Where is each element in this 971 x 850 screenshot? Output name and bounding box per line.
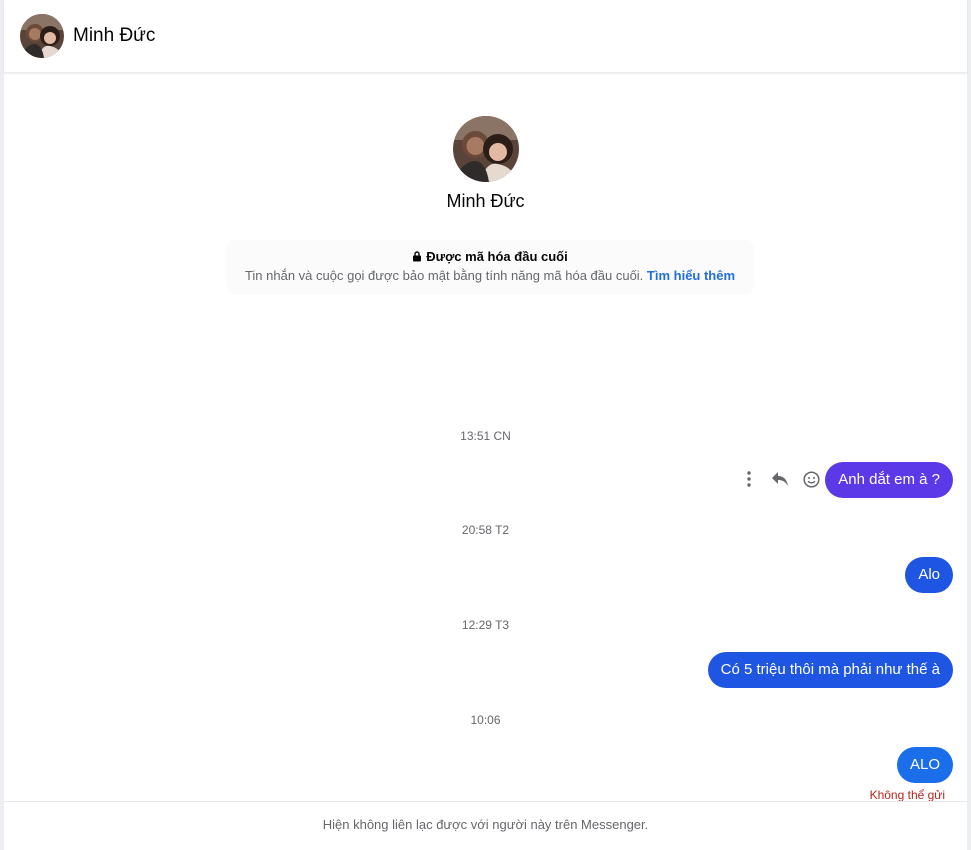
learn-more-link[interactable]: Tìm hiểu thêm [647,268,735,283]
message-timestamp: 13:51 CN [460,429,511,443]
contact-avatar[interactable] [20,14,64,58]
profile-name: Minh Đức [446,191,525,211]
unavailable-notice: Hiện không liên lạc được với người này t… [4,801,967,850]
message-bubble[interactable]: Anh dắt em à ? [825,462,953,498]
message-bubble[interactable]: Alo [905,557,953,593]
contact-name[interactable]: Minh Đức [73,24,155,48]
encryption-title: Được mã hóa đầu cuối [426,249,568,264]
profile-avatar[interactable] [452,116,519,182]
encryption-description: Tin nhắn và cuộc gọi được bảo mật bằng t… [244,268,644,283]
message-timestamp: 20:58 T2 [461,523,510,537]
message-timestamp: 12:29 T3 [461,618,510,632]
chat-window: Minh Đức Minh Đức Được mã hóa đầu cuối T… [0,0,971,850]
profile-intro: Minh Đức [4,116,967,212]
message-bubble[interactable]: Có 5 triệu thôi mà phải như thế à [707,652,953,688]
encryption-notice: Được mã hóa đầu cuối Tin nhắn và cuộc gọ… [226,240,754,294]
chat-header[interactable]: Minh Đức [4,0,967,73]
more-vertical-icon[interactable] [737,467,761,491]
lock-icon [412,249,422,267]
message-timestamp: 10:06 [470,713,501,727]
message-bubble[interactable]: ALO [896,747,953,783]
emoji-icon[interactable] [799,467,823,491]
message-actions [737,467,830,491]
reply-icon[interactable] [768,467,792,491]
